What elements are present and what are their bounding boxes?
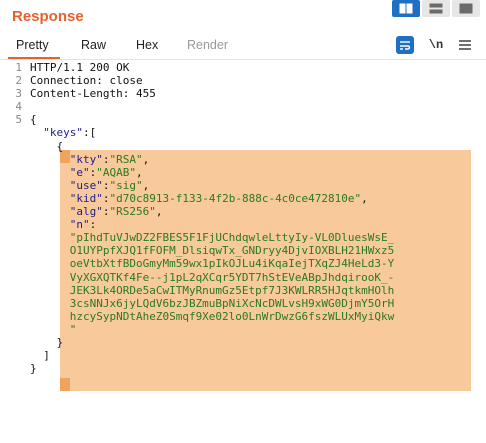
- code-line: "n":: [0, 218, 486, 231]
- code-line: 5{: [0, 113, 486, 126]
- single-pane-icon: [459, 3, 473, 14]
- code-line: O1UYPpfXJQ1fFOFM_DlsiqwTx_GNDryy4DjvIOXB…: [0, 244, 486, 257]
- code-text: "n":: [69, 218, 97, 232]
- code-line: "keys":[: [0, 126, 486, 139]
- tab-raw[interactable]: Raw: [81, 38, 106, 52]
- code-line: oeVtbXtfBDoGmyMm59wx1pIkOJLu4iKqaIejTXqZ…: [0, 257, 486, 270]
- code-line: 3 Content-Length: 455: [0, 87, 486, 100]
- code-line: "kid":"d70c8913-f133-4f2b-888c-4c0ce4728…: [0, 192, 486, 205]
- code-text: "use":"sig",: [69, 178, 150, 192]
- code-text: {: [30, 113, 37, 127]
- code-line: "e":"AQAB",: [0, 166, 486, 179]
- split-horizontal-icon: [399, 3, 413, 14]
- line-number: 2: [15, 74, 22, 88]
- code-line: ]: [0, 349, 486, 362]
- split-horizontal-layout-button[interactable]: [392, 0, 420, 17]
- tab-hex[interactable]: Hex: [136, 38, 158, 52]
- code-text: }: [30, 335, 64, 349]
- tab-pretty[interactable]: Pretty: [16, 38, 49, 52]
- word-wrap-icon: [400, 41, 411, 50]
- tab-divider: [0, 59, 486, 60]
- code-text: oeVtbXtfBDoGmyMm59wx1pIkOJLu4iKqaIejTXqZ…: [30, 257, 395, 271]
- line-number: 5: [15, 113, 22, 127]
- code-line: 4: [0, 100, 486, 113]
- code-text: O1UYPpfXJQ1fFOFM_DlsiqwTx_GNDryy4DjvIOXB…: [30, 244, 395, 258]
- code-text: hzcySypNDtAheZ0Smqf9Xe02lo0LnWrDwzG6fszW…: [30, 309, 395, 323]
- code-text: "alg":"RS256",: [69, 205, 163, 219]
- split-vertical-icon: [429, 3, 443, 14]
- layout-button-group: [390, 0, 480, 17]
- code-line: "alg":"RS256",: [0, 205, 486, 218]
- code-line: hzcySypNDtAheZ0Smqf9Xe02lo0LnWrDwzG6fszW…: [0, 310, 486, 323]
- code-text: ]: [30, 349, 50, 363]
- code-line: 3csNNJx6jyLQdV6bzJBZmuBpNiXcNcDWLvsH9xWG…: [0, 297, 486, 310]
- show-newlines-button[interactable]: \n: [428, 36, 444, 54]
- response-body[interactable]: 1 HTTP/1.1 200 OK 2 Connection: close 3 Conte…: [0, 61, 486, 375]
- split-vertical-layout-button[interactable]: [422, 0, 450, 17]
- code-line: "kty":"RSA",: [0, 153, 486, 166]
- code-text: "keys":[: [43, 126, 97, 140]
- code-line: {: [0, 140, 486, 153]
- code-text: "kid":"d70c8913-f133-4f2b-888c-4c0ce4728…: [69, 191, 368, 205]
- code-text: ": [30, 322, 77, 336]
- code-text: }: [30, 362, 37, 376]
- code-line: }: [0, 362, 486, 375]
- code-text: JEK3Lk4ORDe5aCwITMyRnumGz5Etpf7J3KWLRR5H…: [30, 283, 395, 297]
- code-text: 3csNNJx6jyLQdV6bzJBZmuBpNiXcNcDWLvsH9xWG…: [30, 296, 395, 310]
- code-line: 2 Connection: close: [0, 74, 486, 87]
- hamburger-menu-icon: [459, 40, 471, 50]
- code-line: 1 HTTP/1.1 200 OK: [0, 61, 486, 74]
- word-wrap-button[interactable]: [396, 36, 414, 54]
- code-text: "pIhdTuVJwDZ2FBES5F1FjUChdqwleLttyIy-VL0…: [30, 231, 395, 245]
- line-number: 1: [15, 61, 22, 74]
- code-text: "e":"AQAB",: [69, 165, 143, 179]
- response-header: Response: [0, 0, 486, 36]
- code-line: "pIhdTuVJwDZ2FBES5F1FjUChdqwleLttyIy-VL0…: [0, 231, 486, 244]
- code-line: "use":"sig",: [0, 179, 486, 192]
- code-line: }: [0, 336, 486, 349]
- vertical-scrollbar[interactable]: [482, 60, 486, 443]
- code-text: VyXGXQTKf4Fe--j1pL2qXCqr5YDT7hStEVeABpJh…: [30, 270, 395, 284]
- code-text: Connection: close: [30, 74, 143, 88]
- matching-brace-close: [60, 378, 70, 391]
- line-number: 4: [15, 100, 22, 114]
- panel-title: Response: [12, 8, 84, 25]
- code-text: Content-Length: 455: [30, 87, 156, 101]
- code-line: JEK3Lk4ORDe5aCwITMyRnumGz5Etpf7J3KWLRR5H…: [0, 284, 486, 297]
- code-line: ": [0, 323, 486, 336]
- tab-render[interactable]: Render: [187, 38, 228, 52]
- code-text: HTTP/1.1 200 OK: [30, 61, 130, 74]
- code-line: VyXGXQTKf4Fe--j1pL2qXCqr5YDT7hStEVeABpJh…: [0, 271, 486, 284]
- code-text: {: [30, 139, 64, 153]
- single-pane-layout-button[interactable]: [452, 0, 480, 17]
- more-options-button[interactable]: [458, 36, 472, 54]
- code-text: "kty":"RSA",: [69, 152, 150, 166]
- line-number: 3: [15, 87, 22, 101]
